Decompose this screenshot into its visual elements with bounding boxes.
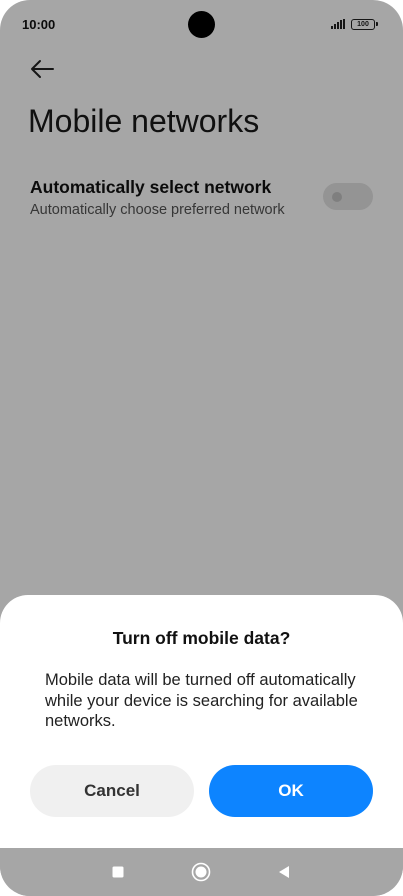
back-nav-button[interactable]: [272, 860, 296, 884]
turn-off-data-dialog: Turn off mobile data? Mobile data will b…: [0, 595, 403, 848]
home-button[interactable]: [189, 860, 213, 884]
home-circle-icon: [191, 862, 211, 882]
recents-square-icon: [112, 866, 124, 878]
dialog-message: Mobile data will be turned off automatic…: [45, 671, 358, 730]
recents-button[interactable]: [106, 860, 130, 884]
phone-screen: 10:00 100 Mobile networks Automatically …: [0, 0, 403, 896]
ok-button[interactable]: OK: [209, 765, 373, 817]
navigation-bar: [0, 848, 403, 896]
dialog-title: Turn off mobile data?: [112, 628, 291, 648]
cancel-button[interactable]: Cancel: [30, 765, 194, 817]
back-triangle-icon: [279, 866, 289, 878]
